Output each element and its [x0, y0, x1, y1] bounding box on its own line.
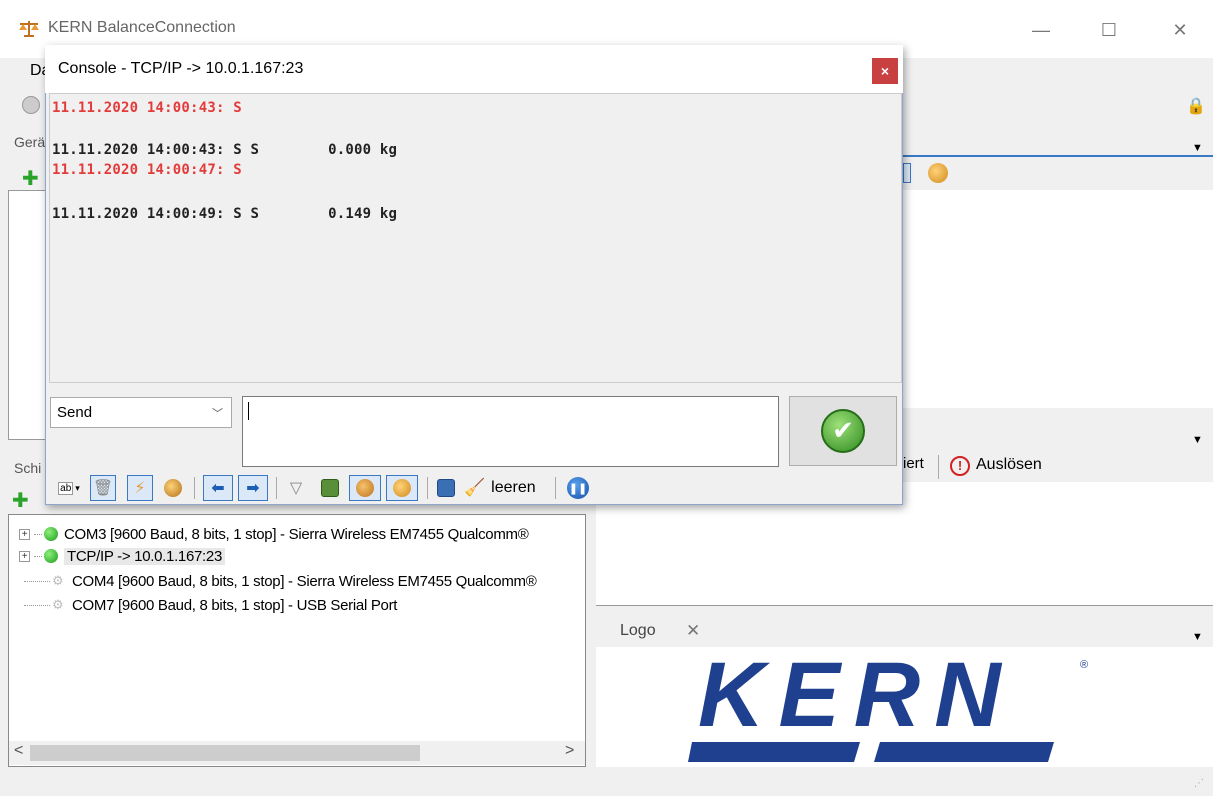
balance-scale-icon	[19, 21, 39, 37]
interfaces-tree[interactable]: + COM3 [9600 Baud, 8 bits, 1 stop] - Sie…	[8, 514, 586, 767]
arrow-right-button[interactable]: ➡	[238, 475, 268, 501]
checkmark-icon: ✔	[821, 409, 865, 453]
console-output[interactable]: 11.11.2020 14:00:43: S 11.11.2020 14:00:…	[49, 93, 902, 383]
arrow-left-button[interactable]: ⬅	[203, 475, 233, 501]
status-disconnected-icon: ⚙	[52, 573, 64, 588]
clear-button[interactable]: 🧹 leeren	[464, 475, 546, 501]
calculator-button[interactable]	[318, 475, 342, 501]
toolbar-separator	[194, 477, 195, 499]
pause-icon: ❚❚	[567, 477, 589, 499]
status-connected-icon	[44, 527, 58, 541]
tree-connector	[34, 533, 42, 535]
interfaces-panel-label: Schi	[14, 460, 42, 476]
delete-button[interactable]: 🗑	[90, 475, 116, 501]
device-toolbar	[903, 155, 1213, 191]
log-line: 11.11.2020 14:00:43: S S 0.000 kg	[52, 142, 398, 158]
app-title: KERN BalanceConnection	[48, 19, 236, 36]
pause-button[interactable]: ❚❚	[564, 475, 592, 501]
chevron-down-icon: ▾	[75, 482, 80, 493]
close-button[interactable]: ✕	[1157, 14, 1203, 46]
maximize-button[interactable]: ☐	[1086, 14, 1132, 46]
tree-row-label: TCP/IP -> 10.0.1.167:23	[64, 547, 226, 565]
tree-row[interactable]: + TCP/IP -> 10.0.1.167:23	[19, 545, 226, 567]
registered-mark: ®	[1080, 659, 1088, 671]
lightning-icon: ⚡	[134, 480, 146, 497]
log-line: 11.11.2020 14:00:47: S	[52, 162, 242, 178]
resize-grip-icon[interactable]: ⋰	[1194, 778, 1204, 789]
filter-icon: ▽	[289, 480, 303, 497]
globe-icon	[164, 479, 182, 497]
status-connected-icon	[44, 549, 58, 563]
tree-connector	[34, 555, 42, 557]
timer-icon	[393, 479, 411, 497]
clear-button-label: leeren	[491, 479, 536, 496]
disc-icon[interactable]	[22, 96, 40, 114]
arrow-left-icon: ⬅	[211, 480, 225, 497]
encoding-dropdown[interactable]: ab ▾	[52, 475, 86, 501]
encoding-icon: ab	[58, 481, 74, 495]
scroll-left-arrow-icon[interactable]: <	[14, 742, 23, 760]
device-details-pane	[903, 190, 1213, 408]
devices-tree[interactable]	[8, 190, 48, 440]
arrow-right-icon: ➡	[246, 480, 260, 497]
trash-icon: 🗑	[92, 480, 114, 497]
toolbar-separator	[276, 477, 277, 499]
send-button[interactable]: ✔	[789, 396, 897, 466]
broom-icon: 🧹	[464, 478, 486, 497]
filter-button[interactable]: ▽	[284, 475, 308, 501]
tree-row-label: COM7 [9600 Baud, 8 bits, 1 stop] - USB S…	[72, 596, 398, 614]
log-line: 11.11.2020 14:00:43: S	[52, 100, 242, 116]
console-close-button[interactable]: ×	[872, 58, 898, 84]
toolbar-separator	[427, 477, 428, 499]
tree-connector	[24, 604, 50, 606]
chevron-down-icon: ﹀	[212, 407, 223, 420]
statusbar	[0, 770, 1213, 796]
flash-button[interactable]: ⚡	[127, 475, 153, 501]
palette-icon	[356, 479, 374, 497]
trigger-alert-icon[interactable]: !	[950, 456, 970, 476]
calculator-icon	[321, 479, 339, 497]
kern-logo-text: KERN	[698, 646, 1015, 746]
scroll-right-arrow-icon[interactable]: >	[565, 742, 574, 760]
send-mode-value: Send	[57, 404, 93, 421]
tara-button[interactable]: iert	[903, 455, 924, 472]
panel-menu-chevron-icon[interactable]: ▼	[1192, 430, 1203, 447]
floppy-disk-icon	[437, 479, 455, 497]
add-interface-icon[interactable]: ✚	[12, 488, 29, 513]
logo-tab-close-icon[interactable]: ✕	[686, 621, 700, 641]
devices-panel-label: Gerä	[14, 134, 46, 150]
tab-logo[interactable]: Logo	[620, 622, 656, 640]
palette-button[interactable]	[349, 475, 381, 501]
tree-row[interactable]: ⚙ COM7 [9600 Baud, 8 bits, 1 stop] - USB…	[19, 594, 397, 616]
toolbar-button-edge[interactable]	[903, 163, 911, 183]
save-button[interactable]	[434, 475, 458, 501]
text-caret	[248, 402, 249, 420]
tree-row-label: COM4 [9600 Baud, 8 bits, 1 stop] - Sierr…	[72, 572, 537, 590]
send-mode-select[interactable]: Send ﹀	[50, 397, 232, 428]
add-device-icon[interactable]: ✚	[22, 166, 39, 191]
expand-icon[interactable]: +	[19, 528, 30, 540]
trigger-button-label[interactable]: Auslösen	[976, 456, 1042, 474]
minimize-button[interactable]: —	[1018, 14, 1064, 46]
kern-logo: KERN ®	[688, 646, 1088, 762]
tree-row-label: COM3 [9600 Baud, 8 bits, 1 stop] - Sierr…	[64, 525, 529, 543]
console-title: Console - TCP/IP -> 10.0.1.167:23	[58, 60, 304, 77]
lock-icon[interactable]: 🔒	[1186, 96, 1206, 116]
globe-button[interactable]	[160, 475, 186, 501]
toolbar-separator	[938, 455, 939, 479]
send-input[interactable]	[242, 396, 779, 467]
tree-row[interactable]: ⚙ COM4 [9600 Baud, 8 bits, 1 stop] - Sie…	[19, 570, 537, 592]
timer-icon[interactable]	[928, 163, 948, 183]
scrollbar-thumb[interactable]	[30, 745, 420, 761]
tree-row[interactable]: + COM3 [9600 Baud, 8 bits, 1 stop] - Sie…	[19, 523, 529, 545]
timer-button[interactable]	[386, 475, 418, 501]
tree-connector	[24, 580, 50, 582]
log-line: 11.11.2020 14:00:49: S S 0.149 kg	[52, 206, 398, 222]
panel-menu-chevron-icon[interactable]: ▼	[1192, 138, 1203, 155]
toolbar-separator	[555, 477, 556, 499]
panel-menu-chevron-icon[interactable]: ▼	[1192, 627, 1203, 644]
expand-icon[interactable]: +	[19, 550, 30, 562]
status-disconnected-icon: ⚙	[52, 597, 64, 612]
